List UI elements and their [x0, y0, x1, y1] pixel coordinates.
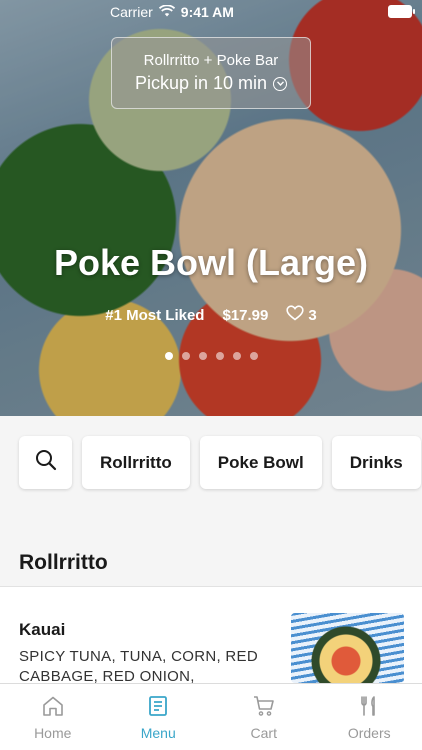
- status-bar: Carrier 9:41 AM: [0, 0, 422, 24]
- tab-label: Menu: [140, 725, 176, 741]
- pickup-store-name: Rollrritto + Poke Bar: [143, 52, 279, 69]
- category-chip-rollrritto[interactable]: Rollrritto: [82, 436, 190, 489]
- featured-item-title: Poke Bowl (Large): [53, 242, 369, 283]
- carousel-dot[interactable]: [181, 352, 190, 360]
- tab-orders[interactable]: Orders: [317, 684, 422, 750]
- featured-item-meta: #1 Most Liked $17.99 3: [0, 305, 422, 325]
- tab-cart[interactable]: Cart: [211, 684, 317, 750]
- carousel-dot[interactable]: [215, 352, 224, 360]
- tab-label: Orders: [347, 725, 391, 741]
- carousel-dot[interactable]: [249, 352, 258, 360]
- menu-icon: [146, 694, 170, 725]
- menu-item-name: Kauai: [19, 620, 66, 639]
- menu-item-card[interactable]: Kauai SPICY TUNA, TUNA, CORN, RED CABBAG…: [0, 587, 422, 705]
- carousel-dot[interactable]: [164, 352, 173, 360]
- search-button[interactable]: [19, 436, 72, 489]
- tab-home[interactable]: Home: [0, 684, 106, 750]
- home-icon: [41, 694, 65, 725]
- likes-count: 3: [308, 306, 317, 324]
- battery-icon: [388, 5, 415, 18]
- menu-item-image: [291, 613, 404, 683]
- category-chip-bar: Rollrritto Poke Bowl Drinks: [19, 436, 421, 489]
- carousel-indicator: [0, 352, 422, 360]
- heart-icon: [286, 305, 304, 325]
- cart-icon: [252, 694, 276, 725]
- chevron-down-icon: [273, 76, 288, 91]
- featured-price: $17.99: [222, 306, 269, 324]
- section-title: Rollrritto: [19, 551, 108, 574]
- hero-banner[interactable]: Carrier 9:41 AM Rollrritto + Poke Bar Pi…: [0, 0, 422, 416]
- tab-menu[interactable]: Menu: [106, 684, 212, 750]
- category-chip-drinks[interactable]: Drinks: [331, 436, 421, 489]
- category-chip-poke-bowl[interactable]: Poke Bowl: [199, 436, 322, 489]
- featured-likes[interactable]: 3: [286, 305, 317, 325]
- featured-rank: #1 Most Liked: [105, 306, 205, 324]
- orders-icon: [357, 694, 381, 725]
- carousel-dot[interactable]: [198, 352, 207, 360]
- carousel-dot[interactable]: [232, 352, 241, 360]
- tab-label: Cart: [250, 725, 277, 741]
- status-time: 9:41 AM: [180, 4, 234, 20]
- tab-bar: Home Menu Cart Orders: [0, 683, 422, 750]
- wifi-icon: [158, 4, 175, 20]
- tab-label: Home: [34, 725, 72, 741]
- pickup-time-label: Pickup in 10 min: [134, 73, 268, 93]
- carrier-label: Carrier: [110, 4, 153, 20]
- search-icon: [34, 448, 58, 477]
- pickup-selector[interactable]: Rollrritto + Poke Bar Pickup in 10 min: [111, 37, 311, 109]
